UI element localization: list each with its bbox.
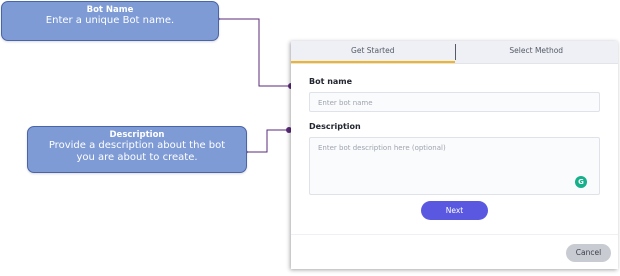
bot-name-input[interactable]: Enter bot name [309, 92, 600, 112]
bot-name-callout: Bot Name Enter a unique Bot name. [1, 1, 219, 41]
tab-divider [455, 44, 456, 60]
tab-get-started[interactable]: Get Started [291, 41, 455, 63]
description-connector [245, 129, 291, 153]
cancel-button[interactable]: Cancel [566, 244, 611, 262]
bot-name-callout-text: Enter a unique Bot name. [45, 15, 175, 26]
footer-divider [291, 234, 618, 235]
description-label: Description [309, 122, 361, 131]
bot-name-label: Bot name [309, 77, 353, 86]
grammarly-icon[interactable]: G [575, 176, 587, 188]
description-callout: Description Provide a description about … [27, 126, 247, 173]
description-callout-line2: you are about to create. [76, 152, 198, 163]
bot-name-connector [217, 18, 291, 87]
tab-select-method[interactable]: Select Method [455, 41, 619, 63]
modal-tabs: Get Started Select Method [291, 41, 618, 64]
description-callout-line1: Provide a description about the bot [48, 140, 226, 151]
modal-form: Bot name Enter bot name Description Ente… [309, 77, 600, 195]
create-bot-modal: Get Started Select Method Bot name Enter… [291, 41, 618, 269]
bot-name-callout-title: Bot Name [86, 5, 134, 15]
description-textarea[interactable]: Enter bot description here (optional) G [309, 137, 600, 195]
next-button[interactable]: Next [421, 201, 488, 220]
description-placeholder: Enter bot description here (optional) [318, 144, 446, 152]
description-callout-title: Description [109, 130, 165, 140]
